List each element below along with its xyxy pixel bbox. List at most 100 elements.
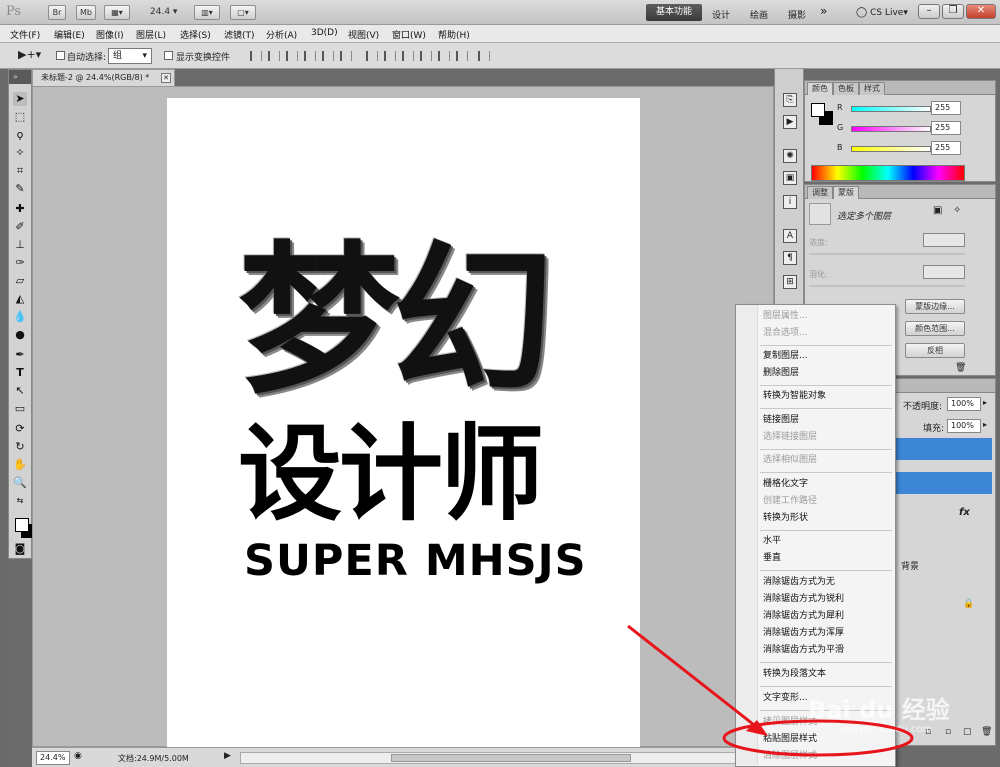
hand-tool-icon[interactable]: ✋ xyxy=(13,458,27,472)
mask-trash-icon[interactable]: 🗑 xyxy=(955,363,966,373)
toolbar-collapse-strip[interactable] xyxy=(0,69,8,767)
tab-swatches[interactable]: 色板 xyxy=(833,82,859,95)
tab-masks[interactable]: 蒙版 xyxy=(833,186,859,199)
zoom-tool-icon[interactable]: 🔍 xyxy=(13,476,27,490)
view-extras-icon[interactable]: ▦▾ xyxy=(104,5,130,20)
auto-select-dropdown[interactable]: 组 ▾ xyxy=(108,48,152,64)
healing-brush-tool-icon[interactable]: ✚ xyxy=(13,202,27,216)
arrange-documents-icon[interactable]: ▥▾ xyxy=(194,5,220,20)
menu-item-layer-properties[interactable]: 图层属性... xyxy=(763,311,808,322)
zoom-field[interactable]: 24.4% xyxy=(36,751,70,765)
foreground-color-swatch[interactable] xyxy=(15,518,29,532)
history-brush-tool-icon[interactable]: ✑ xyxy=(13,256,27,270)
menu-item-clear-layer-style[interactable]: 清除图层样式 xyxy=(763,751,817,762)
align-hcenter-icon[interactable] xyxy=(322,51,334,61)
workspace-essentials[interactable]: 基本功能 xyxy=(646,4,702,21)
menu-item-antialias-smooth[interactable]: 消除锯齿方式为平滑 xyxy=(763,645,844,656)
align-left-icon[interactable] xyxy=(304,51,316,61)
menu-item-convert-smart-object[interactable]: 转换为智能对象 xyxy=(763,391,826,402)
zoom-level-menu[interactable]: 24.4 ▾ xyxy=(150,7,177,17)
align-top-icon[interactable] xyxy=(250,51,262,61)
character-icon[interactable]: A xyxy=(783,229,797,243)
auto-select-checkbox[interactable] xyxy=(56,51,65,60)
feather-input[interactable] xyxy=(923,265,965,279)
menu-window[interactable]: 窗口(W) xyxy=(392,28,426,41)
menu-item-antialias-strong[interactable]: 消除锯齿方式为浑厚 xyxy=(763,628,844,639)
red-slider[interactable] xyxy=(851,106,931,112)
swap-colors-icon[interactable]: ⇆ xyxy=(13,494,27,508)
menu-item-antialias-sharp[interactable]: 消除锯齿方式为锐利 xyxy=(763,594,844,605)
green-value-input[interactable]: 255 xyxy=(931,121,961,135)
vector-mask-icon[interactable]: ✧ xyxy=(953,205,961,216)
status-menu-arrow-icon[interactable]: ▶ xyxy=(224,751,231,761)
marquee-tool-icon[interactable]: ⬚ xyxy=(13,110,27,124)
menu-item-antialias-crisp[interactable]: 消除锯齿方式为犀利 xyxy=(763,611,844,622)
auto-align-icon[interactable] xyxy=(478,51,490,61)
screen-mode-icon[interactable]: ▢▾ xyxy=(230,5,256,20)
lasso-tool-icon[interactable]: ϙ xyxy=(13,128,27,142)
align-vcenter-icon[interactable] xyxy=(268,51,280,61)
delete-layer-icon[interactable]: 🗑 xyxy=(981,727,992,737)
green-slider[interactable] xyxy=(851,126,931,132)
pen-tool-icon[interactable]: ✒ xyxy=(13,348,27,362)
menu-layer[interactable]: 图层(L) xyxy=(136,28,166,41)
shape-tool-icon[interactable]: ▭ xyxy=(13,402,27,416)
align-bottom-icon[interactable] xyxy=(286,51,298,61)
eyedropper-tool-icon[interactable]: ✎ xyxy=(13,182,27,196)
menu-item-select-linked[interactable]: 选择链接图层 xyxy=(763,432,817,443)
workspace-photography[interactable]: 摄影 xyxy=(788,8,806,21)
menu-view[interactable]: 视图(V) xyxy=(348,28,379,41)
layer-row-selected-2[interactable] xyxy=(896,472,992,494)
workspace-design[interactable]: 设计 xyxy=(712,8,730,21)
pixel-mask-icon[interactable]: ▣ xyxy=(933,205,942,216)
distribute-left-icon[interactable] xyxy=(420,51,432,61)
3d-rotate-tool-icon[interactable]: ⟳ xyxy=(13,422,27,436)
minimize-button[interactable]: – xyxy=(918,4,940,19)
quick-mask-icon[interactable]: ◙ xyxy=(13,542,27,556)
move-tool-preset-icon[interactable]: ▶+▾ xyxy=(18,48,41,61)
fill-input[interactable]: 100% xyxy=(947,419,981,433)
show-transform-checkbox[interactable] xyxy=(164,51,173,60)
feather-slider[interactable] xyxy=(809,285,965,287)
restore-button[interactable]: ❐ xyxy=(942,4,964,19)
horizontal-scrollbar[interactable] xyxy=(240,752,770,764)
menu-help[interactable]: 帮助(H) xyxy=(438,28,470,41)
menu-item-vertical[interactable]: 垂直 xyxy=(763,553,781,564)
new-layer-button-icon[interactable]: ▢ xyxy=(963,727,972,737)
menu-item-warp-text[interactable]: 文字变形... xyxy=(763,693,808,704)
actions-icon[interactable]: ▶ xyxy=(783,115,797,129)
menu-item-duplicate-layer[interactable]: 复制图层... xyxy=(763,351,808,362)
status-icon[interactable]: ◉ xyxy=(74,751,82,761)
red-value-input[interactable]: 255 xyxy=(931,101,961,115)
eraser-tool-icon[interactable]: ▱ xyxy=(13,274,27,288)
tab-adjustments[interactable]: 调整 xyxy=(807,186,833,199)
align-right-icon[interactable] xyxy=(340,51,352,61)
menu-filter[interactable]: 滤镜(T) xyxy=(224,28,255,41)
close-button[interactable]: ✕ xyxy=(966,4,996,19)
opacity-arrow-icon[interactable]: ▸ xyxy=(983,398,987,407)
layer-effects-icon[interactable]: fx xyxy=(959,507,970,518)
3d-orbit-tool-icon[interactable]: ↻ xyxy=(13,440,27,454)
path-selection-tool-icon[interactable]: ↖ xyxy=(13,384,27,398)
cs-live-menu[interactable]: ◯ CS Live▾ xyxy=(856,7,908,18)
density-slider[interactable] xyxy=(809,253,965,255)
tab-color[interactable]: 颜色 xyxy=(807,82,833,95)
color-foreground-swatch[interactable] xyxy=(811,103,825,117)
distribute-hcenter-icon[interactable] xyxy=(438,51,450,61)
brush-settings-icon[interactable]: ✺ xyxy=(783,149,797,163)
menu-item-paste-layer-style[interactable]: 粘贴图层样式 xyxy=(763,734,817,745)
paint-bucket-tool-icon[interactable]: ◭ xyxy=(13,292,27,306)
mask-edge-button[interactable]: 蒙版边缘... xyxy=(905,299,965,314)
menu-item-convert-to-shape[interactable]: 转换为形状 xyxy=(763,513,808,524)
menu-image[interactable]: 图像(I) xyxy=(96,28,124,41)
menu-item-select-similar[interactable]: 选择相似图层 xyxy=(763,455,817,466)
distribute-top-icon[interactable] xyxy=(366,51,378,61)
distribute-bottom-icon[interactable] xyxy=(402,51,414,61)
more-workspaces-icon[interactable]: » xyxy=(820,4,827,18)
menu-analysis[interactable]: 分析(A) xyxy=(266,28,297,41)
new-group-icon[interactable]: ▫ xyxy=(945,727,951,737)
menu-item-create-work-path[interactable]: 创建工作路径 xyxy=(763,496,817,507)
clone-source-icon[interactable]: ▣ xyxy=(783,171,797,185)
brush-tool-icon[interactable]: ✐ xyxy=(13,220,27,234)
opacity-input[interactable]: 100% xyxy=(947,397,981,411)
